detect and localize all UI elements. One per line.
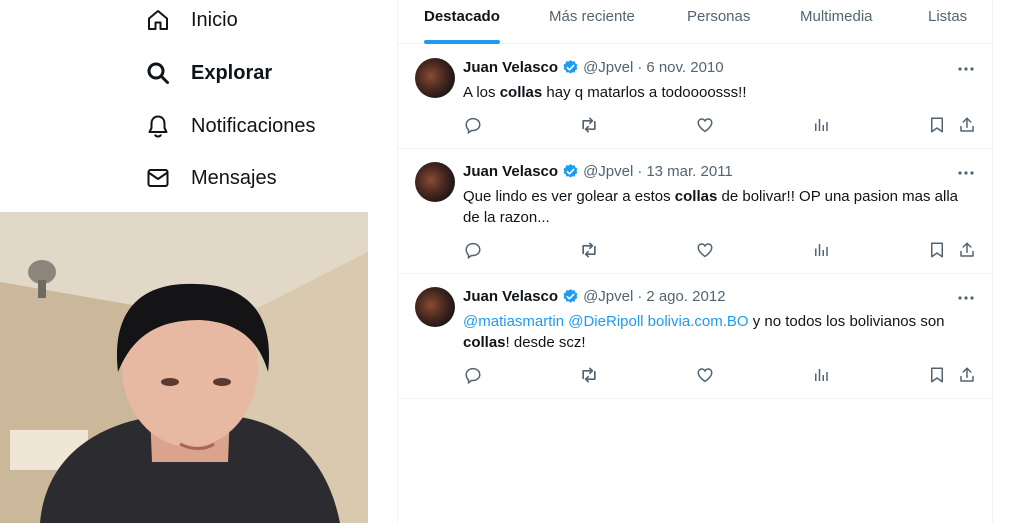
nav-item-explore[interactable]: Explorar <box>146 53 272 93</box>
tab-label: Más reciente <box>549 8 635 25</box>
webcam-video-frame <box>0 212 368 523</box>
tab-mas-reciente[interactable]: Más reciente <box>549 0 635 44</box>
search-tabs: Destacado Más reciente Personas Multimed… <box>398 0 993 44</box>
author-handle[interactable]: @Jpvel <box>583 163 633 180</box>
more-options-icon[interactable] <box>956 288 976 308</box>
author-name[interactable]: Juan Velasco <box>463 163 558 180</box>
verified-badge-icon <box>562 163 579 180</box>
bookmark-icon[interactable] <box>927 115 947 135</box>
tab-label: Listas <box>928 8 968 25</box>
author-handle[interactable]: @Jpvel <box>583 288 633 305</box>
nav-item-label: Inicio <box>191 8 238 31</box>
tweet-date[interactable]: 2 ago. 2012 <box>646 288 725 305</box>
like-icon[interactable] <box>695 240 715 260</box>
tweet-actions <box>463 115 983 135</box>
envelope-icon <box>146 166 170 190</box>
tweet[interactable]: Juan Velasco @Jpvel · 2 ago. 2012 @matia… <box>398 274 993 399</box>
tab-label: Personas <box>687 8 751 25</box>
active-tab-indicator <box>424 40 500 44</box>
author-name[interactable]: Juan Velasco <box>463 288 558 305</box>
tab-label: Destacado <box>424 8 500 25</box>
meta-separator: · <box>637 288 643 305</box>
home-icon <box>146 8 170 32</box>
like-icon[interactable] <box>695 115 715 135</box>
tab-personas[interactable]: Personas <box>687 0 750 44</box>
avatar[interactable] <box>415 287 455 327</box>
reply-icon[interactable] <box>463 240 483 260</box>
nav-item-home[interactable]: Inicio <box>146 0 238 40</box>
search-results-column: Destacado Más reciente Personas Multimed… <box>397 0 993 523</box>
verified-badge-icon <box>562 59 579 76</box>
views-icon[interactable] <box>811 240 831 260</box>
tab-listas[interactable]: Listas <box>928 0 967 44</box>
tweet-date[interactable]: 6 nov. 2010 <box>646 59 723 76</box>
nav-item-label: Explorar <box>191 61 273 84</box>
tweet-text: A los collas hay q matarlos a todoooosss… <box>463 84 747 101</box>
verified-badge-icon <box>562 288 579 305</box>
mention-links[interactable]: @matiasmartin @DieRipoll bolivia.com.BO <box>463 313 749 330</box>
tweet[interactable]: Juan Velasco @Jpvel · 13 mar. 2011 Que l… <box>398 149 993 274</box>
share-icon[interactable] <box>957 240 977 260</box>
meta-separator: · <box>637 59 643 76</box>
tweet-header: Juan Velasco @Jpvel · 2 ago. 2012 <box>463 288 726 305</box>
webcam-overlay <box>0 212 368 523</box>
tweet-actions <box>463 240 983 260</box>
tab-label: Multimedia <box>800 8 873 25</box>
search-icon <box>146 61 170 85</box>
nav-item-label: Mensajes <box>191 166 277 189</box>
tab-destacado[interactable]: Destacado <box>424 0 500 44</box>
bookmark-icon[interactable] <box>927 240 947 260</box>
bell-icon <box>146 114 170 138</box>
views-icon[interactable] <box>811 365 831 385</box>
author-handle[interactable]: @Jpvel <box>583 59 633 76</box>
avatar[interactable] <box>415 58 455 98</box>
tweet-date[interactable]: 13 mar. 2011 <box>646 163 732 180</box>
reply-icon[interactable] <box>463 115 483 135</box>
highlighted-term: collas <box>674 188 718 205</box>
like-icon[interactable] <box>695 365 715 385</box>
more-options-icon[interactable] <box>956 163 976 183</box>
views-icon[interactable] <box>811 115 831 135</box>
highlighted-term: collas <box>499 84 543 101</box>
retweet-icon[interactable] <box>579 365 599 385</box>
nav-item-label: Notificaciones <box>191 114 316 137</box>
meta-separator: · <box>637 163 643 180</box>
avatar[interactable] <box>415 162 455 202</box>
reply-icon[interactable] <box>463 365 483 385</box>
nav-item-notifications[interactable]: Notificaciones <box>146 106 316 146</box>
author-name[interactable]: Juan Velasco <box>463 59 558 76</box>
tweet[interactable]: Juan Velasco @Jpvel · 6 nov. 2010 A los … <box>398 45 993 149</box>
retweet-icon[interactable] <box>579 240 599 260</box>
highlighted-term: collas <box>463 334 506 351</box>
tweet-header: Juan Velasco @Jpvel · 6 nov. 2010 <box>463 59 724 76</box>
share-icon[interactable] <box>957 115 977 135</box>
tweet-header: Juan Velasco @Jpvel · 13 mar. 2011 <box>463 163 733 180</box>
tab-multimedia[interactable]: Multimedia <box>800 0 873 44</box>
more-options-icon[interactable] <box>956 59 976 79</box>
tweet-text: Que lindo es ver golear a estos collas d… <box>463 188 959 226</box>
tweet-text: @matiasmartin @DieRipoll bolivia.com.BO … <box>463 313 945 351</box>
bookmark-icon[interactable] <box>927 365 947 385</box>
nav-item-messages[interactable]: Mensajes <box>146 158 277 198</box>
retweet-icon[interactable] <box>579 115 599 135</box>
share-icon[interactable] <box>957 365 977 385</box>
tweet-actions <box>463 365 983 385</box>
